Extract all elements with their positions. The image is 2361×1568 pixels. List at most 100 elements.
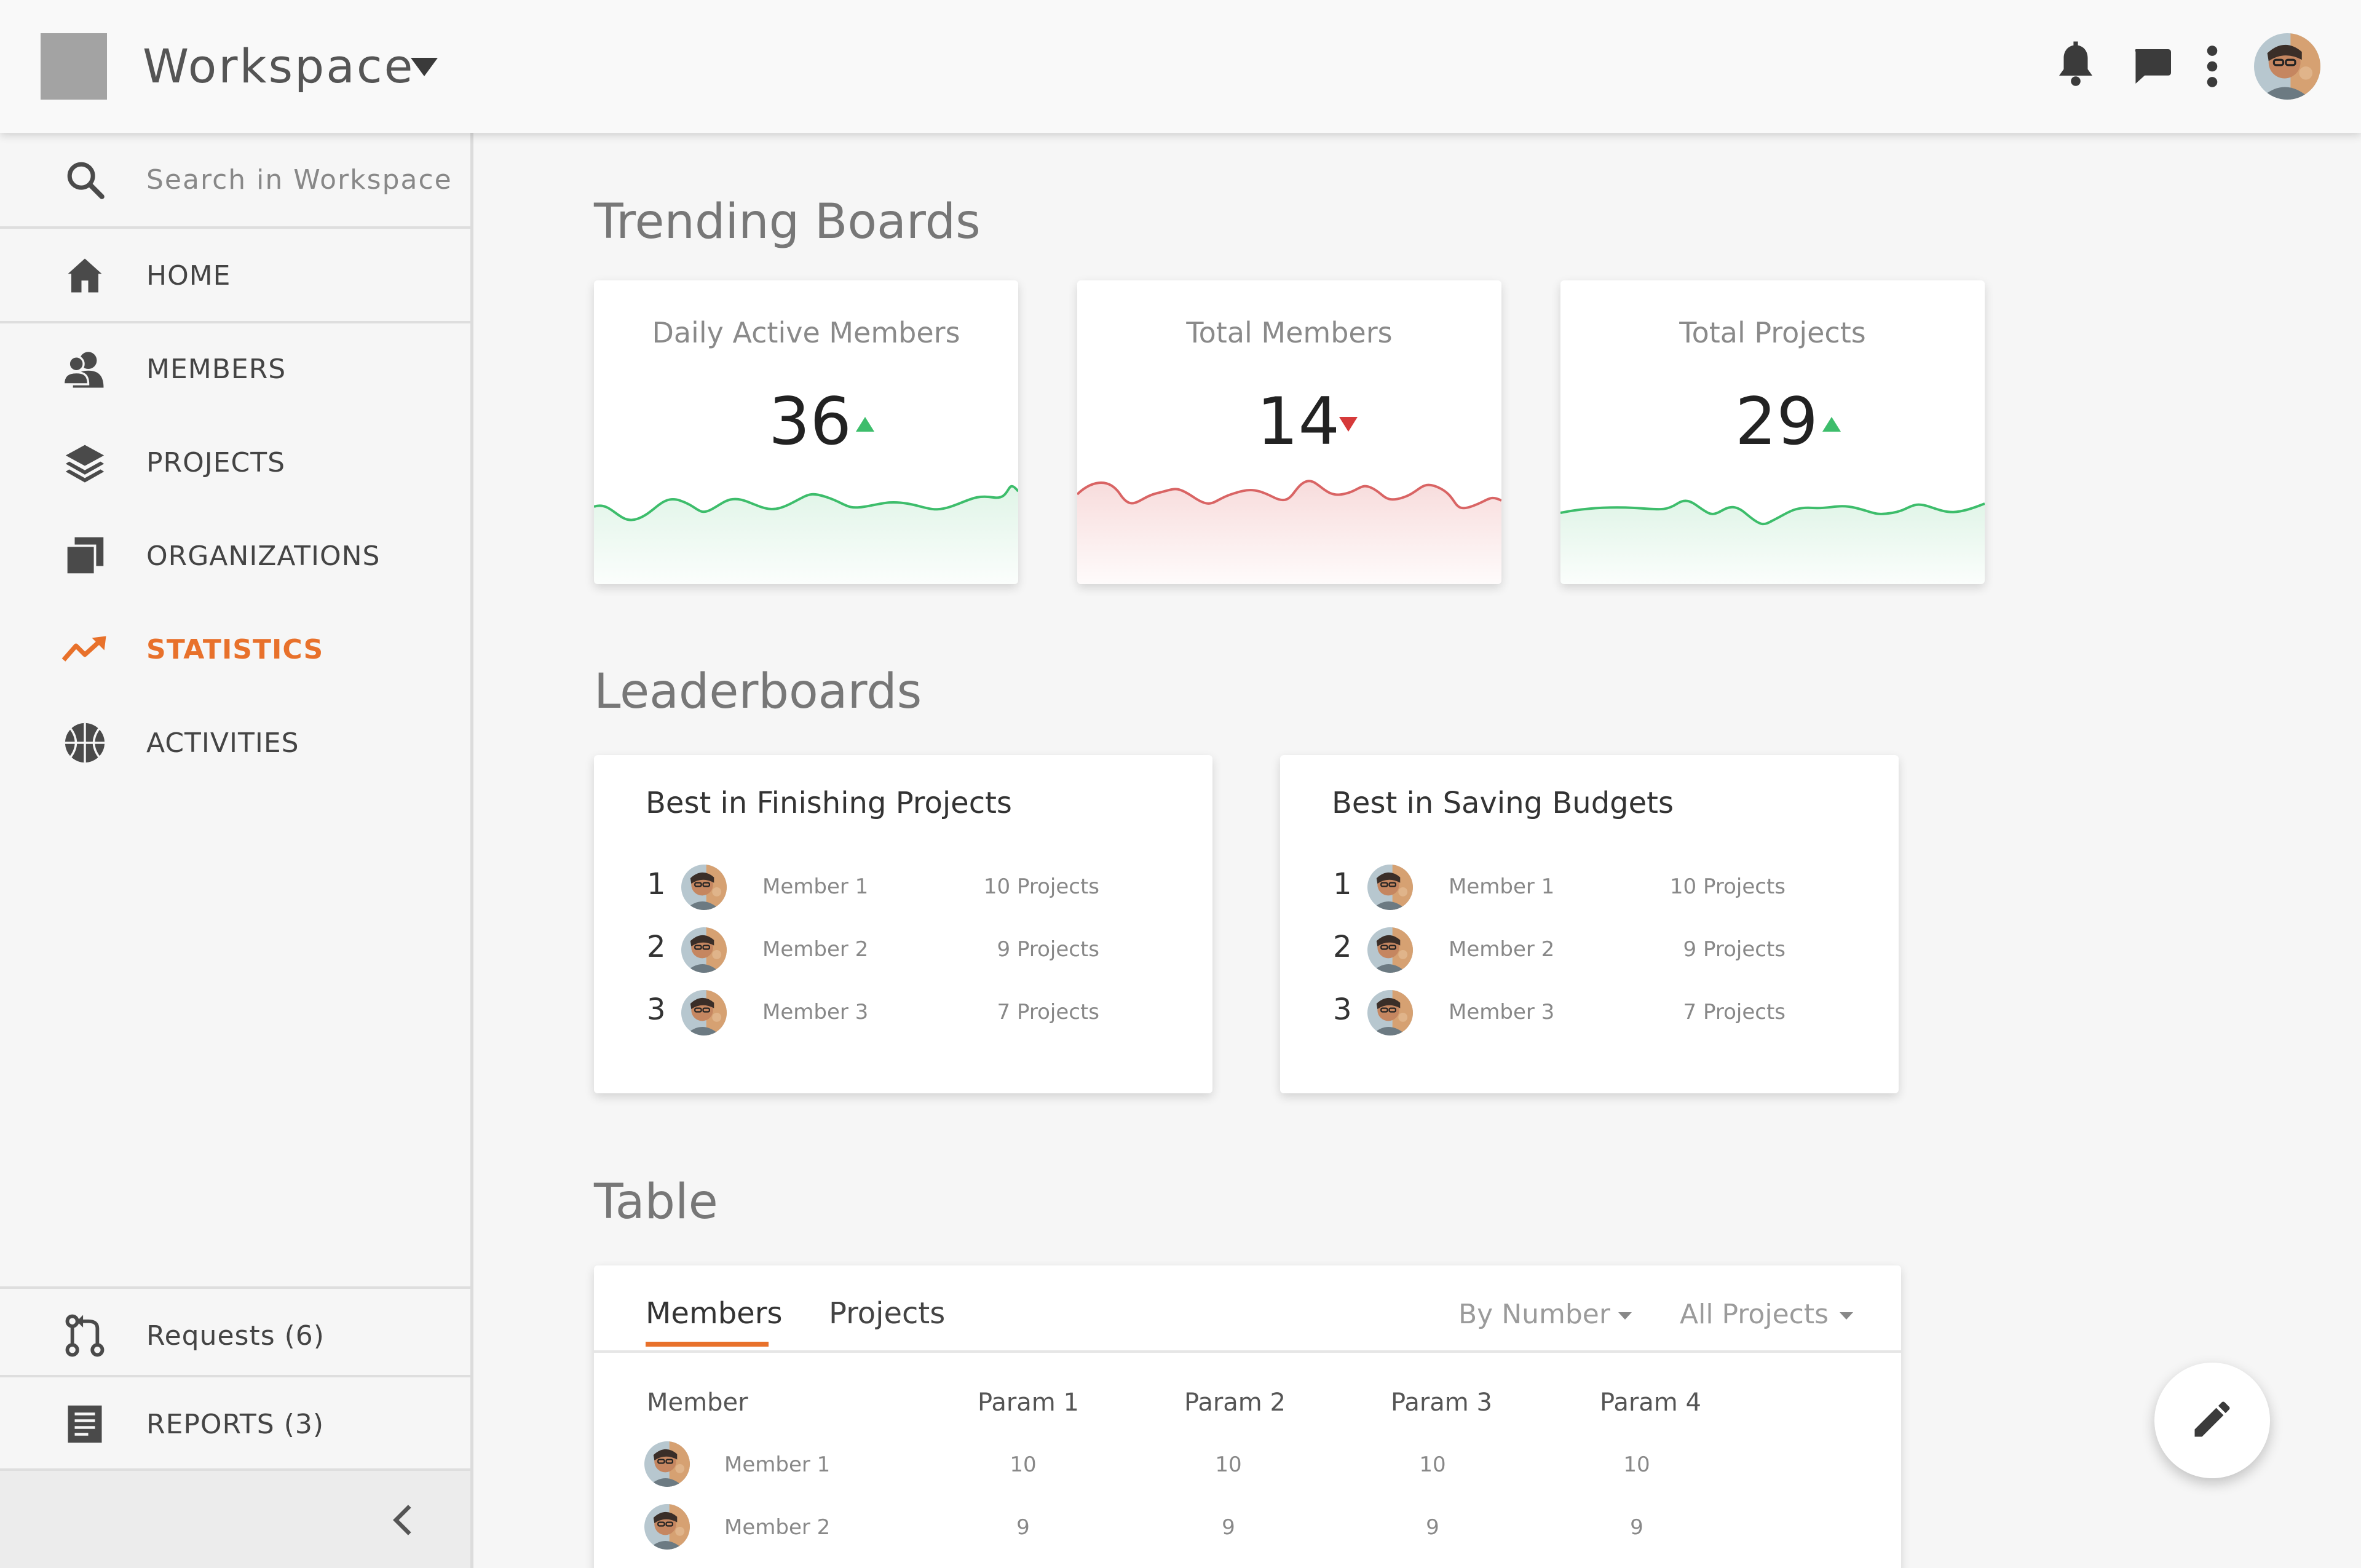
sidebar-collapse-area [0, 1471, 470, 1568]
sparkline [1560, 499, 1985, 584]
scope-dropdown-caret-icon[interactable] [1840, 1312, 1853, 1320]
trending-boards-title: Trending Boards [594, 194, 981, 250]
leaderboard-card-saving-budgets: Best in Saving Budgets 1 Member 1 10 Pro… [1280, 755, 1899, 1093]
user-avatar[interactable] [2254, 33, 2320, 100]
workspace-app: Workspace Search in Workspace HOME MEMBE… [0, 0, 2361, 1568]
member-avatar [681, 990, 727, 1035]
column-header-param-3[interactable]: Param 3 [1391, 1388, 1492, 1417]
leaderboard-value: 10 Projects [983, 874, 1099, 899]
leaderboard-rank: 3 [1333, 992, 1352, 1027]
sidebar-item-label: Requests (6) [146, 1320, 325, 1352]
workspace-title[interactable]: Workspace [143, 37, 414, 96]
table-row[interactable]: Member 1 10 10 10 10 [594, 1441, 1901, 1497]
edit-fab-button[interactable] [2154, 1363, 2270, 1478]
leaderboard-rank: 1 [647, 867, 666, 901]
leaderboard-row[interactable]: 2 Member 2 9 Projects [594, 922, 1212, 978]
trend-card-total-members[interactable]: Total Members 14 [1077, 280, 1501, 584]
leaderboard-row[interactable]: 2 Member 2 9 Projects [1280, 922, 1899, 978]
trending-up-icon [60, 625, 109, 674]
sidebar-item-members[interactable]: MEMBERS [0, 322, 470, 416]
column-header-param-2[interactable]: Param 2 [1184, 1388, 1286, 1417]
sidebar-search[interactable]: Search in Workspace [0, 133, 470, 226]
table-cell: 10 [1419, 1452, 1446, 1477]
table-cell: 9 [1222, 1515, 1235, 1540]
member-avatar [644, 1441, 690, 1487]
sidebar-item-label: HOME [146, 259, 231, 291]
scope-dropdown[interactable]: All Projects [1680, 1299, 1829, 1330]
basketball-icon [60, 718, 109, 767]
sidebar-item-label: ORGANIZATIONS [146, 540, 381, 572]
column-header-param-1[interactable]: Param 1 [978, 1388, 1079, 1417]
chat-icon[interactable] [2129, 38, 2175, 95]
table-cell: 9 [1426, 1515, 1439, 1540]
leaderboards-title: Leaderboards [594, 664, 922, 719]
sidebar-item-activities[interactable]: ACTIVITIES [0, 696, 470, 790]
trend-card-total-projects[interactable]: Total Projects 29 [1560, 280, 1985, 584]
data-table-card: Members Projects By Number All Projects … [594, 1265, 1901, 1568]
workspace-logo[interactable] [41, 33, 107, 100]
tab-members[interactable]: Members [646, 1296, 782, 1331]
pull-request-icon [60, 1311, 109, 1360]
column-header-member[interactable]: Member [647, 1388, 748, 1417]
leaderboard-rank: 3 [647, 992, 666, 1027]
sidebar-item-home[interactable]: HOME [0, 229, 470, 322]
table-cell: 9 [1016, 1515, 1030, 1540]
table-cell-member: Member 2 [724, 1515, 831, 1540]
sidebar-item-label: MEMBERS [146, 353, 287, 385]
table-cell-member: Member 1 [724, 1452, 831, 1477]
members-icon [60, 344, 109, 394]
leaderboard-row[interactable]: 1 Member 1 10 Projects [1280, 860, 1899, 915]
trend-card-caption: Daily Active Members [652, 316, 960, 349]
leaderboard-member: Member 2 [1449, 937, 1555, 962]
chevron-left-icon[interactable] [381, 1495, 424, 1545]
active-tab-indicator [646, 1342, 769, 1347]
trend-up-arrow-icon [1822, 417, 1841, 432]
leaderboard-value: 9 Projects [1683, 937, 1786, 962]
leaderboard-member: Member 2 [762, 937, 869, 962]
sidebar-item-label: PROJECTS [146, 446, 286, 478]
sparkline [1077, 480, 1501, 584]
sidebar-item-label: STATISTICS [146, 633, 324, 665]
trend-card-daily-active-members[interactable]: Daily Active Members 36 [594, 280, 1018, 584]
reports-icon [60, 1400, 109, 1449]
leaderboard-rank: 2 [1333, 930, 1352, 964]
leaderboard-card-finishing-projects: Best in Finishing Projects 1 Member 1 10… [594, 755, 1212, 1093]
leaderboard-value: 9 Projects [997, 937, 1099, 962]
tab-projects[interactable]: Projects [829, 1296, 945, 1331]
leaderboard-rank: 1 [1333, 867, 1352, 901]
sidebar-item-projects[interactable]: PROJECTS [0, 416, 470, 509]
trend-card-value: 36 [769, 384, 852, 459]
search-icon [60, 155, 109, 204]
sidebar-item-statistics[interactable]: STATISTICS [0, 603, 470, 696]
leaderboard-value: 10 Projects [1669, 874, 1786, 899]
leaderboard-member: Member 1 [1449, 874, 1555, 899]
member-avatar [1367, 990, 1413, 1035]
trend-card-value: 14 [1257, 384, 1340, 459]
sort-dropdown[interactable]: By Number [1458, 1299, 1610, 1330]
column-header-param-4[interactable]: Param 4 [1600, 1388, 1701, 1417]
table-cell: 9 [1630, 1515, 1643, 1540]
leaderboard-row[interactable]: 1 Member 1 10 Projects [594, 860, 1212, 915]
table-title: Table [594, 1174, 718, 1230]
member-avatar [681, 927, 727, 973]
workspace-dropdown-caret-icon[interactable] [411, 58, 438, 76]
sparkline [594, 485, 1018, 584]
search-input[interactable]: Search in Workspace [146, 164, 453, 196]
layers-icon [60, 438, 109, 487]
trend-down-arrow-icon [1339, 417, 1358, 432]
sort-dropdown-caret-icon[interactable] [1618, 1312, 1632, 1320]
sidebar-item-reports[interactable]: REPORTS (3) [0, 1377, 470, 1471]
member-avatar [1367, 927, 1413, 973]
sidebar-item-label: ACTIVITIES [146, 727, 299, 759]
table-header-divider [594, 1350, 1901, 1353]
leaderboard-row[interactable]: 3 Member 3 7 Projects [594, 985, 1212, 1040]
leaderboard-value: 7 Projects [997, 1000, 1099, 1024]
sidebar-item-label: REPORTS (3) [146, 1408, 325, 1440]
bell-icon[interactable] [2051, 38, 2100, 95]
table-row[interactable]: Member 2 9 9 9 9 [594, 1504, 1901, 1559]
sidebar-item-requests[interactable]: Requests (6) [0, 1289, 470, 1382]
more-vert-icon[interactable] [2200, 38, 2225, 95]
leaderboard-row[interactable]: 3 Member 3 7 Projects [1280, 985, 1899, 1040]
sidebar-item-organizations[interactable]: ORGANIZATIONS [0, 509, 470, 603]
leaderboard-title: Best in Saving Budgets [1332, 786, 1674, 820]
